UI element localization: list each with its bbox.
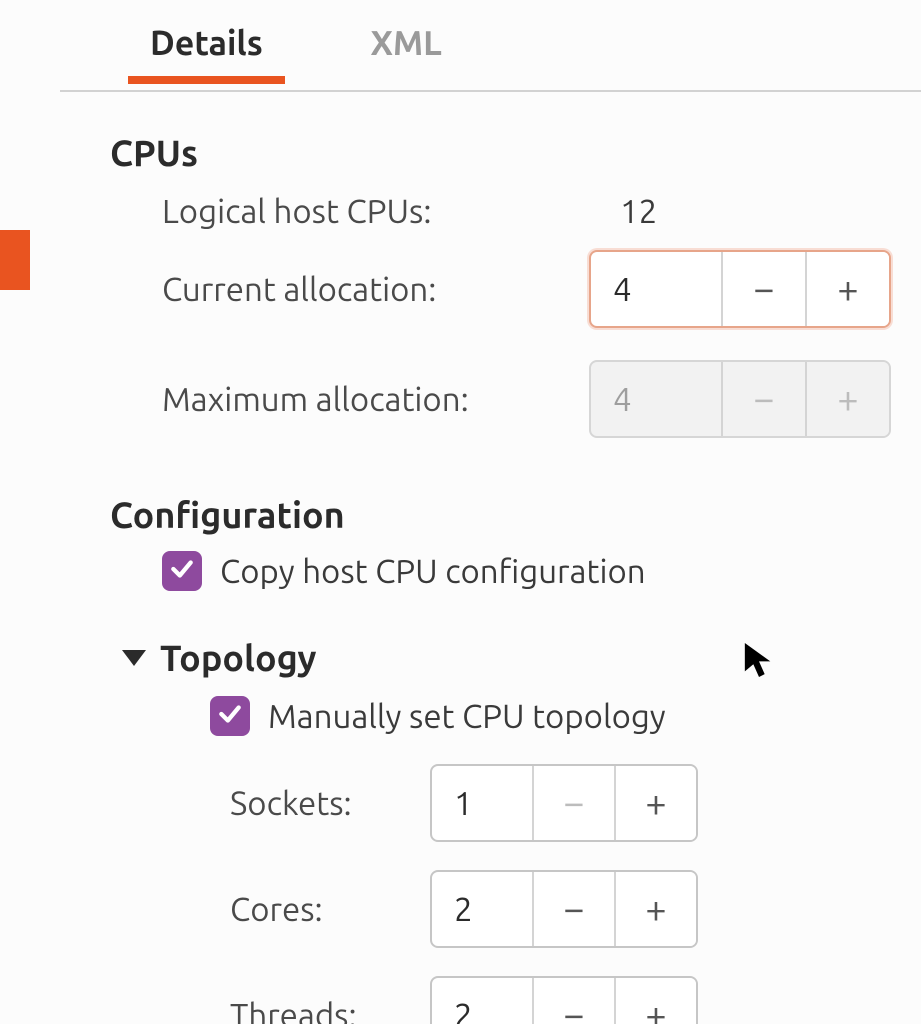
tab-xml[interactable]: XML <box>350 14 461 82</box>
expander-title-topology: Topology <box>160 637 317 678</box>
tab-bar: Details XML <box>60 0 921 92</box>
spin-sockets-increment[interactable]: + <box>614 766 696 840</box>
spin-current-allocation-increment[interactable]: + <box>805 252 889 326</box>
checkbox-copy-host-cpu[interactable] <box>162 551 202 591</box>
spin-maximum-allocation: 4 − + <box>589 360 891 438</box>
section-title-configuration: Configuration <box>110 494 891 535</box>
spin-cores-increment[interactable]: + <box>614 872 696 946</box>
label-current-allocation: Current allocation: <box>162 271 589 308</box>
check-icon <box>217 701 243 731</box>
spin-threads-decrement[interactable]: − <box>532 978 614 1024</box>
label-manual-topology: Manually set CPU topology <box>268 698 666 735</box>
tab-details[interactable]: Details <box>130 14 283 82</box>
chevron-down-icon <box>122 650 146 666</box>
spin-cores-decrement[interactable]: − <box>532 872 614 946</box>
label-sockets: Sockets: <box>230 785 430 822</box>
spin-maximum-allocation-increment: + <box>805 362 889 436</box>
value-logical-host-cpus: 12 <box>620 193 657 230</box>
spin-sockets-value[interactable]: 1 <box>432 766 532 840</box>
expander-topology[interactable]: Topology <box>110 637 891 678</box>
label-cores: Cores: <box>230 891 430 928</box>
label-logical-host-cpus: Logical host CPUs: <box>162 193 592 230</box>
spin-threads-increment[interactable]: + <box>614 978 696 1024</box>
checkbox-manual-topology[interactable] <box>210 696 250 736</box>
spin-threads-value[interactable]: 2 <box>432 978 532 1024</box>
label-threads: Threads: <box>230 997 430 1024</box>
sidebar-selection-marker <box>0 230 30 290</box>
spin-cores[interactable]: 2 − + <box>430 870 698 948</box>
section-title-cpus: CPUs <box>110 132 891 173</box>
spin-threads[interactable]: 2 − + <box>430 976 698 1024</box>
label-copy-host-cpu: Copy host CPU configuration <box>220 553 646 590</box>
spin-current-allocation-decrement[interactable]: − <box>721 252 805 326</box>
check-icon <box>169 556 195 586</box>
label-maximum-allocation: Maximum allocation: <box>162 381 589 418</box>
spin-cores-value[interactable]: 2 <box>432 872 532 946</box>
spin-current-allocation[interactable]: 4 − + <box>589 250 891 328</box>
spin-sockets[interactable]: 1 − + <box>430 764 698 842</box>
spin-maximum-allocation-value: 4 <box>591 362 721 436</box>
spin-maximum-allocation-decrement: − <box>721 362 805 436</box>
spin-sockets-decrement[interactable]: − <box>532 766 614 840</box>
spin-current-allocation-value[interactable]: 4 <box>591 252 721 326</box>
